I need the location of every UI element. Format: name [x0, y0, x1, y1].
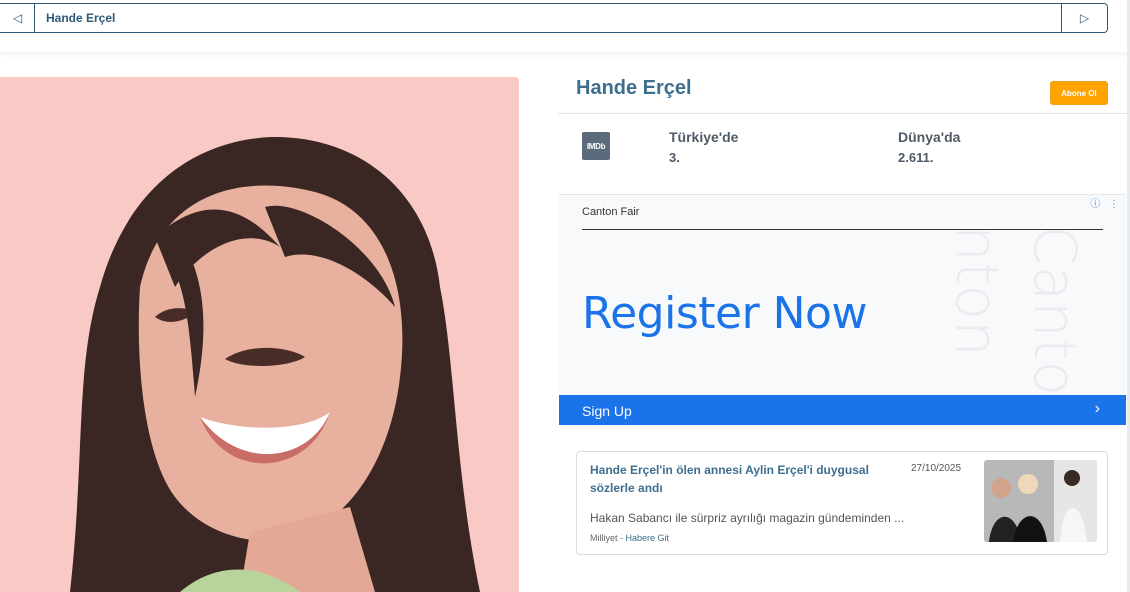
info-icon[interactable]: ⓘ ⋮ [1090, 195, 1122, 210]
triangle-right-icon: ▷ [1079, 11, 1090, 25]
ad-background-text: nton [943, 225, 1011, 357]
ad-background-text: Canto [1021, 225, 1089, 397]
turkey-ranking-value: 3. [669, 150, 680, 165]
news-source: Milliyet - Habere Git [590, 533, 670, 543]
profile-photo [0, 77, 519, 592]
top-navigation-bar: ◁ Hande Erçel ▷ [0, 0, 1130, 52]
navigator-title: Hande Erçel [46, 11, 116, 25]
chevron-right-icon: › [1094, 400, 1100, 417]
world-ranking-value: 2.611. [898, 150, 934, 165]
subscribe-button[interactable]: Abone Ol [1050, 81, 1108, 105]
triangle-left-icon: ◁ [12, 11, 23, 25]
ranking-row: IMDb Türkiye'de 3. Dünya'da 2.611. [558, 114, 1127, 192]
next-button[interactable]: ▷ [1061, 4, 1107, 32]
turkey-ranking: Türkiye'de 3. [669, 129, 738, 165]
news-card[interactable]: Hande Erçel'in ölen annesi Aylin Erçel'i… [576, 451, 1108, 555]
ad-sign-up-label: Sign Up [582, 402, 632, 419]
turkey-ranking-label: Türkiye'de [669, 129, 739, 145]
news-link[interactable]: Habere Git [626, 533, 670, 543]
ad-headline[interactable]: Register Now [582, 288, 867, 339]
news-source-name: Milliyet [590, 533, 618, 543]
ad-brand: Canton Fair [582, 206, 640, 218]
news-thumbnail[interactable] [984, 460, 1097, 542]
news-excerpt: Hakan Sabancı ile sürpriz ayrılığı magaz… [590, 511, 905, 525]
advertisement[interactable]: Canton Fair ⓘ ⋮ Canto nton Register Now … [559, 194, 1126, 425]
world-ranking: Dünya'da 2.611. [898, 129, 960, 165]
news-title[interactable]: Hande Erçel'in ölen annesi Aylin Erçel'i… [590, 461, 900, 497]
world-ranking-label: Dünya'da [898, 129, 961, 145]
news-date: 27/10/2025 [911, 463, 962, 474]
imdb-icon: IMDb [582, 132, 610, 160]
previous-button[interactable]: ◁ [0, 4, 35, 32]
profile-header: Hande Erçel Abone Ol [558, 72, 1127, 114]
ad-sign-up-button[interactable]: Sign Up › [559, 395, 1126, 425]
page-title: Hande Erçel [576, 77, 692, 99]
title-navigator: ◁ Hande Erçel ▷ [0, 3, 1108, 33]
